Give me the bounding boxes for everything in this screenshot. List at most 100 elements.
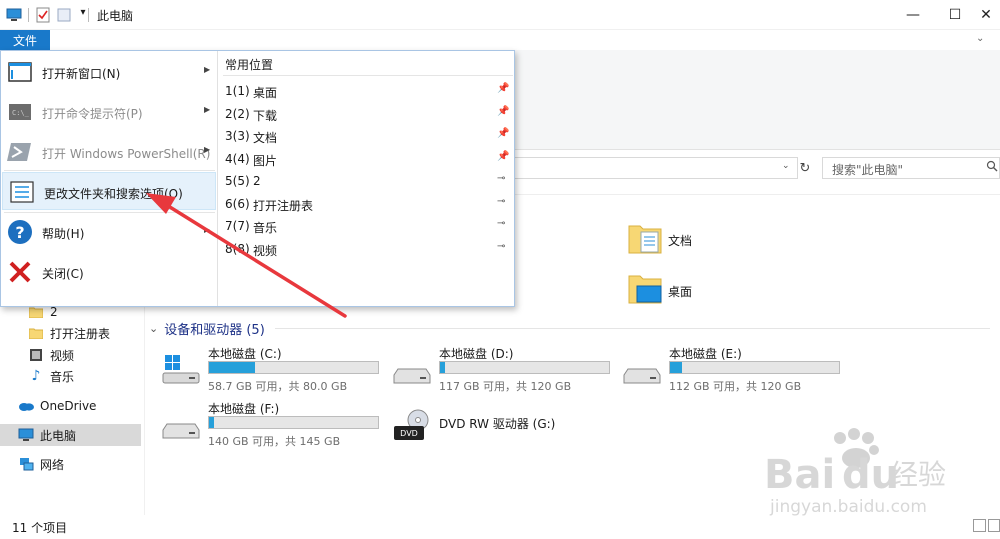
place-item-pictures[interactable]: 4(4) 图片 📌 bbox=[225, 148, 515, 170]
place-item-documents[interactable]: 3(3) 文档 📌 bbox=[225, 125, 515, 147]
status-bar bbox=[0, 515, 1000, 539]
menu-open-command-prompt[interactable]: C:\_ 打开命令提示符(P) ▶ bbox=[1, 93, 217, 131]
nav-item-label: 视频 bbox=[50, 348, 75, 363]
menu-help[interactable]: ? 帮助(H) ▶ bbox=[1, 213, 217, 251]
drive-e[interactable]: 本地磁盘 (E:) 112 GB 可用，共 120 GB bbox=[622, 345, 852, 395]
pinned-icon[interactable]: 📌 bbox=[497, 128, 509, 139]
new-folder-icon[interactable] bbox=[56, 7, 72, 23]
item-count: 11 个项目 bbox=[12, 521, 68, 535]
drive-usage-bar bbox=[208, 361, 379, 374]
menu-open-new-window[interactable]: 打开新窗口(N) ▶ bbox=[1, 53, 217, 91]
place-item-desktop[interactable]: 1(1) 桌面 📌 bbox=[225, 80, 515, 102]
nav-item-music[interactable]: ♪ 音乐 bbox=[28, 366, 74, 386]
menu-open-powershell[interactable]: 打开 Windows PowerShell(R) ▶ bbox=[1, 133, 217, 171]
search-icon[interactable] bbox=[986, 160, 998, 172]
new-window-icon bbox=[8, 62, 32, 82]
place-item-music[interactable]: 7(7) 音乐 ⊸ bbox=[225, 215, 515, 237]
file-menu: 打开新窗口(N) ▶ C:\_ 打开命令提示符(P) ▶ 打开 Windows … bbox=[0, 50, 515, 307]
hard-drive-icon bbox=[393, 368, 431, 384]
address-bar[interactable] bbox=[500, 157, 798, 179]
search-input[interactable]: 搜索"此电脑" bbox=[822, 157, 1000, 179]
pinned-icon[interactable]: 📌 bbox=[497, 83, 509, 94]
command-prompt-icon: C:\_ bbox=[9, 104, 31, 120]
menu-separator bbox=[4, 170, 215, 171]
place-name: 视频 bbox=[253, 244, 278, 258]
watermark-cn: 经验 bbox=[890, 458, 946, 491]
pinned-icon[interactable]: 📌 bbox=[497, 151, 509, 162]
devices-section-header[interactable]: ⌄ 设备和驱动器 (5) bbox=[149, 319, 265, 338]
unpinned-icon[interactable]: ⊸ bbox=[497, 173, 505, 184]
desktop-folder-icon[interactable] bbox=[627, 270, 663, 306]
place-number: 2(2) bbox=[225, 107, 250, 121]
nav-item-label: OneDrive bbox=[40, 399, 97, 413]
folder-label-desktop[interactable]: 桌面 bbox=[668, 283, 692, 300]
place-item-videos[interactable]: 8(8) 视频 ⊸ bbox=[225, 238, 515, 260]
ribbon-tab-strip bbox=[0, 30, 1000, 50]
drive-g[interactable]: DVD DVD RW 驱动器 (G:) bbox=[392, 400, 622, 450]
drive-name: DVD RW 驱动器 (G:) bbox=[439, 417, 556, 431]
drive-usage-bar bbox=[669, 361, 840, 374]
ribbon-expand-icon[interactable]: ⌄ bbox=[976, 33, 984, 44]
drive-name: 本地磁盘 (E:) bbox=[669, 347, 742, 361]
divider bbox=[275, 328, 990, 329]
nav-item-onedrive[interactable]: OneDrive bbox=[18, 396, 96, 416]
computer-icon[interactable] bbox=[6, 7, 22, 23]
menu-close[interactable]: 关闭(C) bbox=[1, 253, 217, 291]
large-icons-view-icon[interactable] bbox=[988, 519, 1000, 532]
drive-usage-bar bbox=[439, 361, 610, 374]
windows-drive-icon bbox=[162, 355, 200, 384]
properties-icon[interactable] bbox=[35, 7, 51, 23]
place-name: 文档 bbox=[253, 131, 278, 145]
place-number: 7(7) bbox=[225, 219, 250, 233]
submenu-arrow-icon: ▶ bbox=[204, 65, 211, 74]
drive-usage-fill bbox=[209, 362, 255, 373]
music-icon: ♪ bbox=[31, 368, 41, 384]
place-item-2[interactable]: 5(5) 2 ⊸ bbox=[225, 170, 515, 192]
drive-c[interactable]: 本地磁盘 (C:) 58.7 GB 可用，共 80.0 GB bbox=[161, 345, 391, 395]
pinned-icon[interactable]: 📌 bbox=[497, 106, 509, 117]
address-dropdown-icon[interactable]: ⌄ bbox=[782, 161, 790, 171]
place-name: 图片 bbox=[253, 154, 278, 168]
drive-usage-bar bbox=[208, 416, 379, 429]
refresh-button[interactable]: ↻ bbox=[796, 158, 814, 178]
place-name: 桌面 bbox=[253, 86, 278, 100]
unpinned-icon[interactable]: ⊸ bbox=[497, 218, 505, 229]
drive-usage-fill bbox=[440, 362, 446, 373]
close-button[interactable]: ✕ bbox=[972, 0, 1000, 30]
drive-free-space: 58.7 GB 可用，共 80.0 GB bbox=[208, 380, 348, 393]
minimize-button[interactable]: — bbox=[890, 0, 936, 30]
documents-folder-icon[interactable] bbox=[627, 220, 663, 256]
file-tab[interactable]: 文件 bbox=[0, 30, 50, 50]
menu-change-folder-options[interactable]: 更改文件夹和搜索选项(O) bbox=[2, 172, 216, 210]
menu-item-label: 关闭(C) bbox=[42, 267, 84, 281]
computer-icon bbox=[18, 427, 34, 443]
drive-f[interactable]: 本地磁盘 (F:) 140 GB 可用，共 145 GB bbox=[161, 400, 391, 450]
network-icon bbox=[18, 456, 34, 472]
menu-item-label: 帮助(H) bbox=[42, 227, 85, 241]
details-view-icon[interactable] bbox=[973, 519, 986, 532]
drive-free-space: 117 GB 可用，共 120 GB bbox=[439, 380, 572, 393]
nav-item-label: 音乐 bbox=[50, 369, 75, 384]
place-number: 3(3) bbox=[225, 129, 250, 143]
nav-item-label: 网络 bbox=[40, 457, 65, 472]
folder-label-documents[interactable]: 文档 bbox=[668, 232, 692, 249]
place-item-downloads[interactable]: 2(2) 下载 📌 bbox=[225, 103, 515, 125]
close-icon bbox=[9, 261, 31, 283]
nav-item-this-pc[interactable]: 此电脑 bbox=[18, 425, 76, 445]
drive-free-space: 112 GB 可用，共 120 GB bbox=[669, 380, 802, 393]
nav-item-videos[interactable]: 视频 bbox=[28, 345, 74, 365]
collapse-chevron-icon[interactable]: ⌄ bbox=[149, 322, 158, 335]
divider bbox=[223, 75, 513, 76]
devices-section-title: 设备和驱动器 (5) bbox=[164, 323, 265, 338]
onedrive-icon bbox=[18, 398, 34, 414]
nav-item-network[interactable]: 网络 bbox=[18, 454, 64, 474]
drive-d[interactable]: 本地磁盘 (D:) 117 GB 可用，共 120 GB bbox=[392, 345, 622, 395]
window-title: 此电脑 bbox=[97, 9, 134, 23]
unpinned-icon[interactable]: ⊸ bbox=[497, 196, 505, 207]
nav-item-registry[interactable]: 打开注册表 bbox=[28, 323, 110, 343]
folder-icon bbox=[28, 325, 44, 341]
unpinned-icon[interactable]: ⊸ bbox=[497, 241, 505, 252]
menu-item-label: 打开 Windows PowerShell(R) bbox=[42, 147, 211, 161]
svg-text:C:\_: C:\_ bbox=[12, 109, 30, 117]
place-item-registry[interactable]: 6(6) 打开注册表 ⊸ bbox=[225, 193, 515, 215]
